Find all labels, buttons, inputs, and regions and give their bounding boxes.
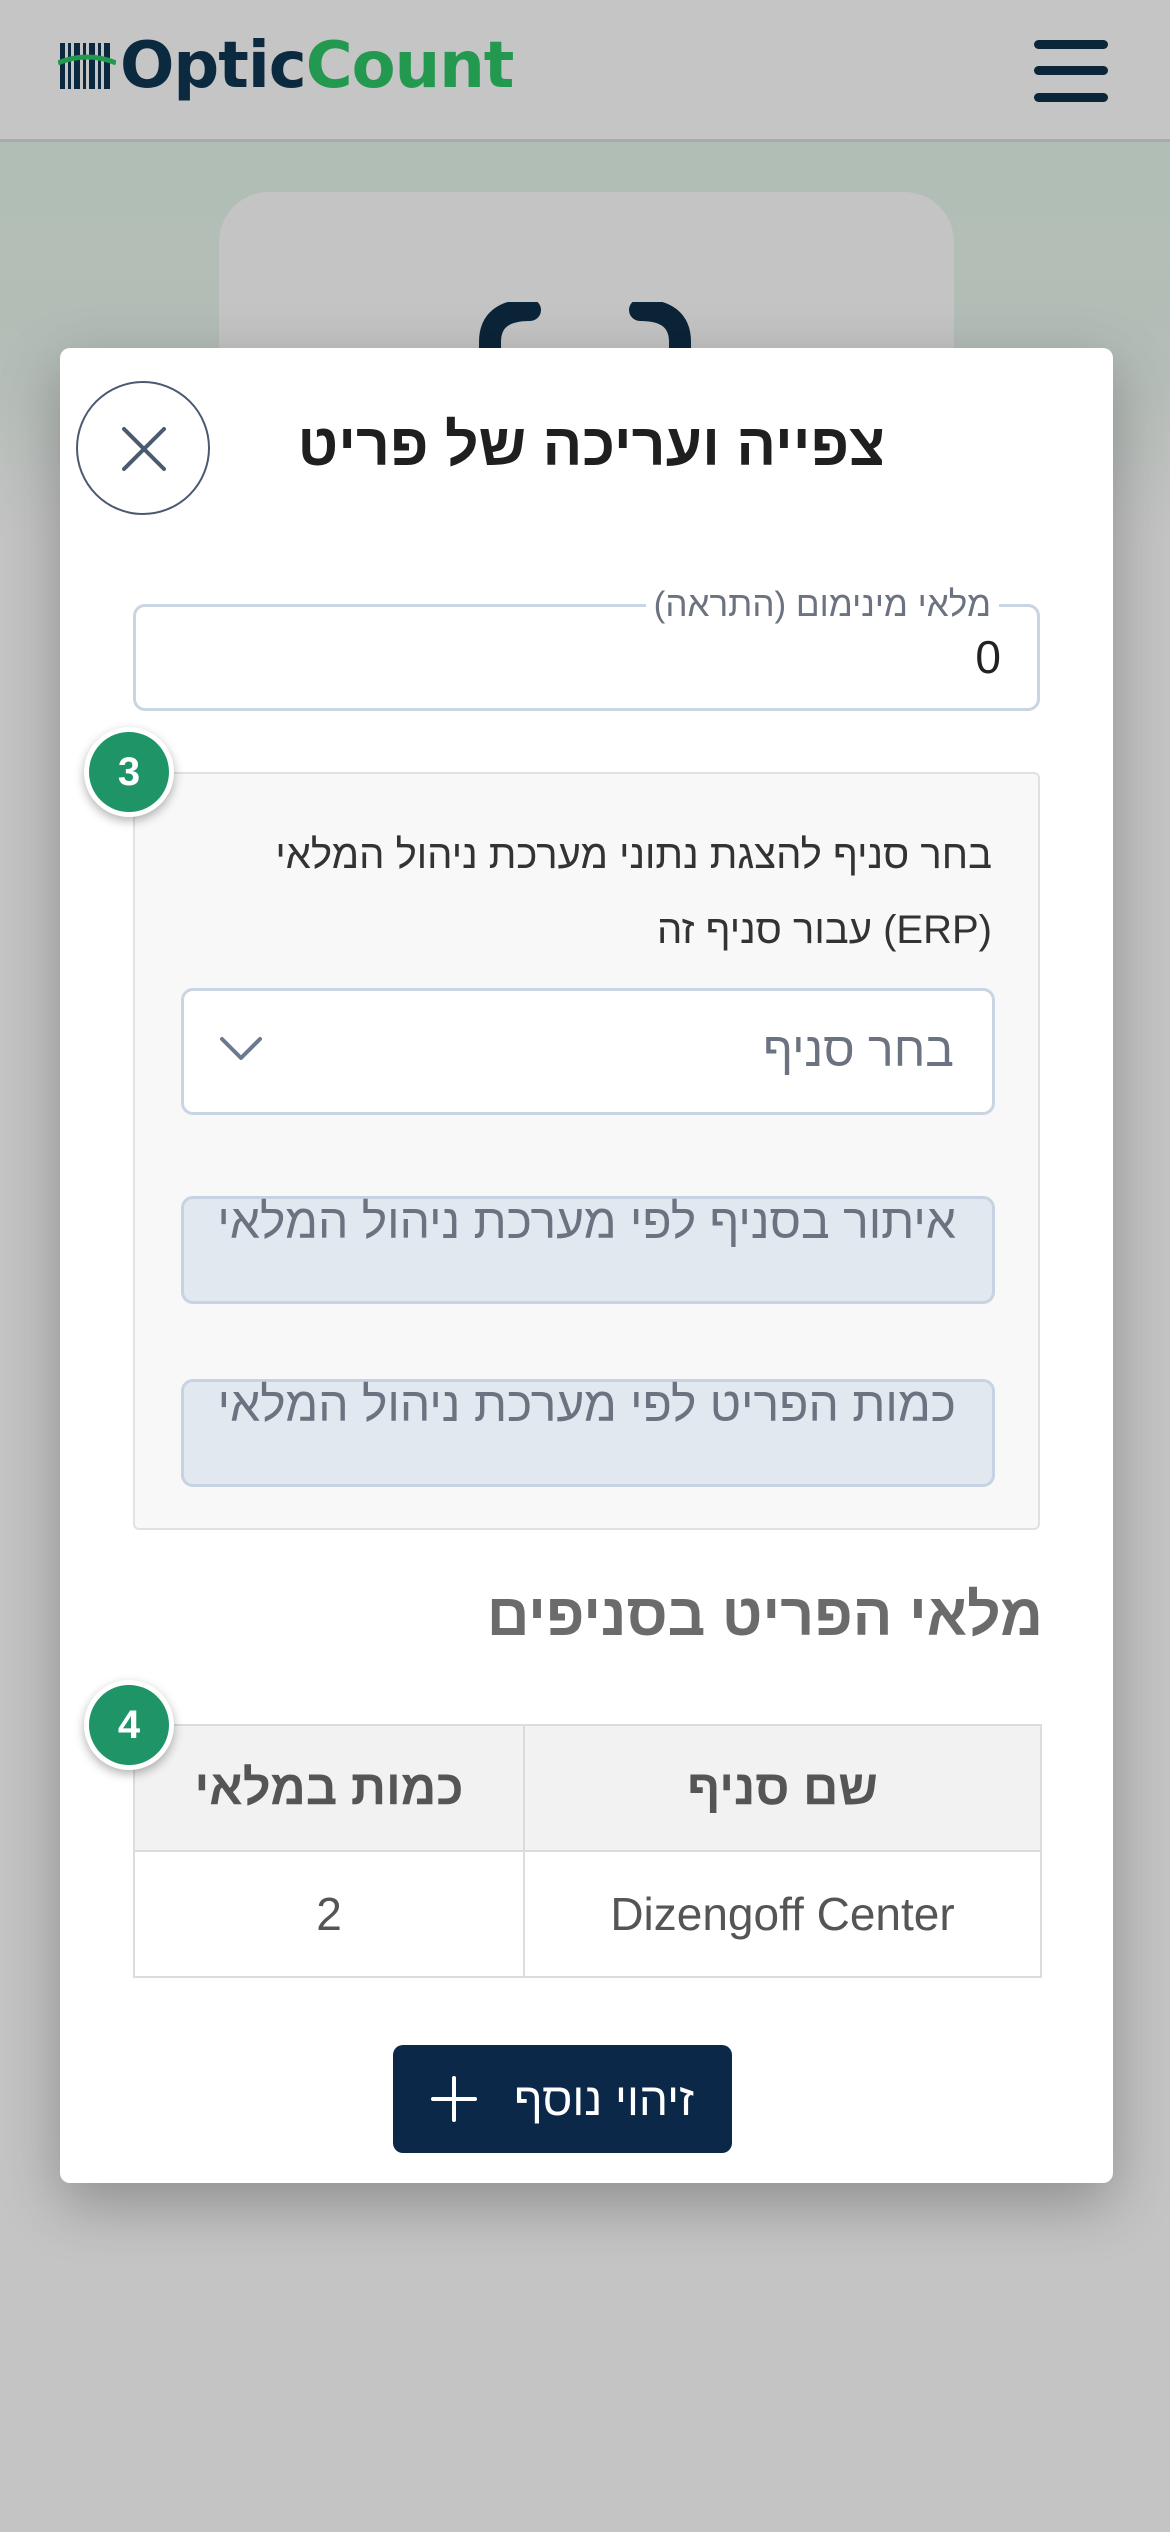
step-badge-4: 4 [84,1680,174,1770]
branch-name-cell: Dizengoff Center [523,1850,1042,1978]
table-row: Dizengoff Center 2 [133,1850,1042,1978]
erp-panel: בחר סניף להצגת נתוני מערכת ניהול המלאי (… [133,772,1040,1530]
erp-description: בחר סניף להצגת נתוני מערכת ניהול המלאי (… [275,833,992,952]
branch-stock-table: שם סניף כמות במלאי Dizengoff Center 2 [133,1724,1042,1978]
plus-icon [431,2076,477,2122]
chevron-down-icon [220,1037,262,1060]
hamburger-menu-icon[interactable] [1034,40,1108,102]
stock-section-title: מלאי הפריט בסניפים [486,1582,1043,1648]
app-header: OpticCount [0,0,1170,142]
step-badge-3: 3 [84,727,174,817]
logo-text-count: Count [305,29,515,103]
additional-identification-button[interactable]: זיהוי נוסף [393,2045,732,2153]
logo[interactable]: OpticCount [58,28,514,104]
stock-quantity-cell: 2 [133,1850,525,1978]
barcode-icon [58,43,116,89]
min-stock-input[interactable] [156,627,1001,687]
erp-location-placeholder: איתור בסניף לפי מערכת ניהול המלאי [217,1196,956,1249]
logo-text-optic: Optic [120,29,307,103]
column-header-stock-quantity: כמות במלאי [133,1724,525,1852]
min-stock-field[interactable]: מלאי מינימום (התראה) [133,585,1040,711]
additional-identification-label: זיהוי נוסף [514,2073,694,2125]
close-icon [122,427,166,471]
min-stock-label: מלאי מינימום (התראה) [645,585,999,625]
erp-quantity-field: כמות הפריט לפי מערכת ניהול המלאי [181,1379,995,1487]
logo-text: OpticCount [120,34,514,98]
item-details-modal: צפייה ועריכה של פריט מלאי מינימום (התראה… [60,348,1113,2183]
branch-select[interactable]: בחר סניף [181,988,995,1115]
table-header-row: שם סניף כמות במלאי [133,1724,1042,1852]
column-header-branch-name: שם סניף [523,1724,1042,1852]
branch-select-placeholder: בחר סניף [763,1024,954,1077]
erp-location-field: איתור בסניף לפי מערכת ניהול המלאי [181,1196,995,1304]
erp-quantity-placeholder: כמות הפריט לפי מערכת ניהול המלאי [217,1379,956,1432]
modal-title: צפייה ועריכה של פריט [297,412,885,478]
close-button[interactable] [76,381,210,515]
